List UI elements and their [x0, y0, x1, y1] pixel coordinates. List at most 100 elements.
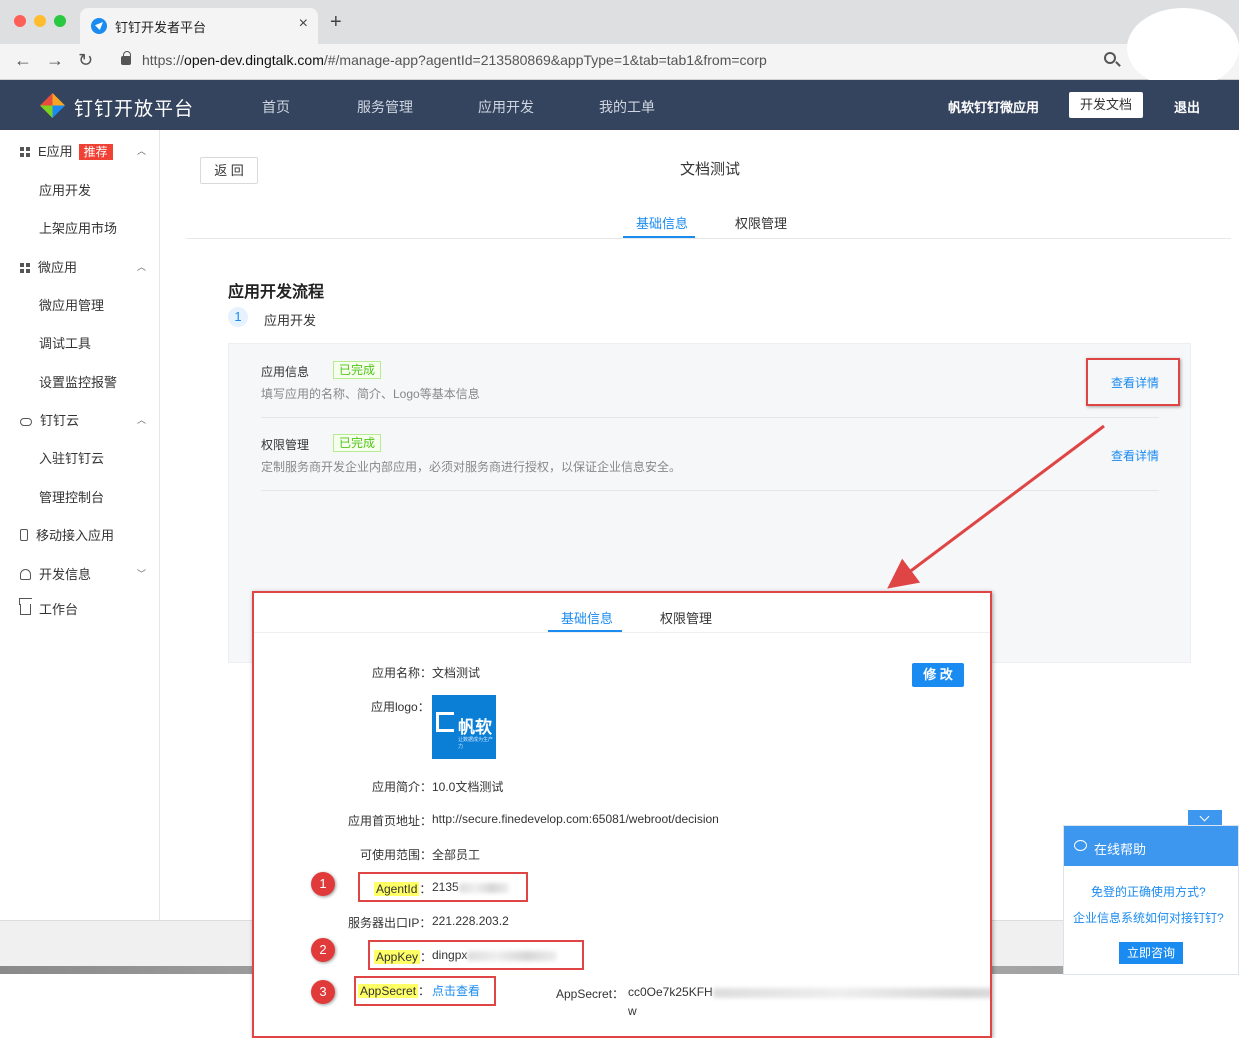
field-value-name: 文档测试	[432, 666, 481, 680]
lock-icon	[121, 51, 131, 65]
step-marker-3: 3	[311, 980, 335, 1004]
url-input[interactable]: https://open-dev.dingtalk.com/#/manage-a…	[142, 52, 767, 68]
dev-docs-button[interactable]: 开发文档	[1069, 92, 1143, 118]
row-desc-app-info: 填写应用的名称、简介、Logo等基本信息	[261, 387, 480, 401]
edit-button[interactable]: 修 改	[912, 663, 964, 687]
colon: ：	[418, 984, 431, 998]
logo-subtext: 让数据成为生产力	[458, 737, 494, 750]
status-badge: 已完成	[333, 434, 382, 452]
view-details-link-permissions[interactable]: 查看详情	[1111, 447, 1159, 464]
chevron-up-icon[interactable]: ︿	[137, 260, 146, 273]
show-secret-link[interactable]: 点击查看	[432, 982, 480, 999]
app-header: 钉钉开放平台 首页 服务管理 应用开发 我的工单 帆软钉钉微应用 开发文档 退出	[0, 80, 1239, 130]
recommended-badge: 推荐	[78, 144, 113, 160]
tab-close-icon[interactable]: ×	[299, 15, 308, 33]
sidebar-group-dingtalk-cloud[interactable]: 钉钉云	[20, 410, 79, 429]
consult-now-button[interactable]: 立即咨询	[1119, 942, 1183, 964]
help-question-2[interactable]: 企业信息系统如何对接钉钉?	[1073, 909, 1224, 926]
field-label-scope: 可使用范围：	[360, 848, 433, 862]
field-label-appsecret: AppSecret：	[358, 982, 430, 999]
sidebar-group-label: 工作台	[39, 602, 79, 617]
sidebar-item-micro-app-manage[interactable]: 微应用管理	[39, 295, 104, 314]
tab-permissions[interactable]: 权限管理	[735, 213, 787, 232]
minimize-window-button[interactable]	[34, 15, 46, 27]
url-scheme: https://	[142, 52, 185, 68]
field-label-logo: 应用logo：	[371, 700, 430, 714]
address-bar: ← → ↻ https://open-dev.dingtalk.com/#/ma…	[0, 44, 1239, 80]
blurred-redaction	[458, 882, 509, 893]
redaction-blob	[1127, 8, 1239, 88]
url-host: open-dev.dingtalk.com	[184, 52, 324, 68]
sidebar-group-label: E应用	[38, 144, 73, 159]
chevron-up-icon[interactable]: ︿	[137, 144, 146, 157]
back-button[interactable]: 返 回	[200, 157, 258, 184]
tab-ink-bar	[623, 236, 695, 238]
nav-home[interactable]: 首页	[262, 97, 290, 117]
step-marker-1: 1	[311, 872, 335, 896]
dingtalk-favicon-icon	[91, 18, 107, 34]
secret-reveal-label: AppSecret：	[556, 987, 625, 1001]
sidebar-item-app-market[interactable]: 上架应用市场	[39, 218, 117, 237]
step-number: 1	[228, 307, 248, 327]
sidebar-group-dev-info[interactable]: 开发信息	[20, 564, 91, 583]
sidebar-item-monitor-alerts[interactable]: 设置监控报警	[39, 372, 117, 391]
field-label-intro: 应用简介：	[372, 780, 433, 794]
help-question-1[interactable]: 免登的正确使用方式?	[1091, 883, 1206, 900]
field-label-ip: 服务器出口IP：	[348, 916, 432, 930]
app-logo-image: 帆软 让数据成为生产力	[432, 695, 496, 759]
help-collapse-toggle[interactable]	[1188, 810, 1222, 826]
home-icon	[20, 604, 31, 615]
nav-my-tickets[interactable]: 我的工单	[599, 97, 655, 117]
sidebar: E应用 推荐 ︿ 应用开发 上架应用市场 微应用 ︿ 微应用管理 调试工具 设置监…	[0, 130, 160, 920]
secret-visible: cc0Oe7k25KFH	[628, 985, 713, 999]
tab-basic-info[interactable]: 基础信息	[636, 213, 688, 232]
help-header[interactable]: 在线帮助	[1064, 826, 1238, 866]
highlight-appsecret: AppSecret	[358, 984, 419, 998]
status-badge: 已完成	[333, 361, 382, 379]
field-value-agentid: 2135	[432, 880, 509, 894]
sidebar-group-label: 钉钉云	[40, 413, 80, 428]
popup-tabs: 基础信息 权限管理	[254, 593, 990, 635]
secret-reveal-tail: w	[628, 1004, 637, 1018]
sidebar-item-console[interactable]: 管理控制台	[39, 487, 104, 506]
browser-tab[interactable]: 钉钉开发者平台 ×	[80, 8, 318, 44]
reload-icon[interactable]: ↻	[78, 50, 93, 71]
row-title-permissions: 权限管理	[261, 438, 310, 452]
browser-tab-title: 钉钉开发者平台	[115, 20, 207, 35]
sidebar-item-debug-tools[interactable]: 调试工具	[39, 333, 91, 352]
popup-tab-permissions[interactable]: 权限管理	[660, 608, 712, 627]
main-tabs: 基础信息 权限管理	[186, 200, 1231, 239]
new-tab-icon[interactable]: +	[330, 12, 342, 32]
nav-service-management[interactable]: 服务管理	[357, 97, 413, 117]
forward-arrow-icon[interactable]: →	[46, 50, 64, 71]
maximize-window-button[interactable]	[54, 15, 66, 27]
annotation-box-view-details	[1086, 358, 1180, 406]
popup-tab-basic-info[interactable]: 基础信息	[561, 608, 613, 627]
step-label: 应用开发	[264, 313, 317, 328]
appkey-visible: dingpx	[432, 948, 468, 962]
colon: ：	[419, 882, 432, 896]
platform-logo-text[interactable]: 钉钉开放平台	[74, 94, 194, 121]
zoom-icon[interactable]	[1104, 52, 1116, 64]
row-title-app-info: 应用信息	[261, 365, 310, 379]
sidebar-group-micro-app[interactable]: 微应用	[20, 257, 77, 276]
sidebar-item-join-cloud[interactable]: 入驻钉钉云	[39, 448, 104, 467]
field-value-homepage: http://secure.finedevelop.com:65081/webr…	[432, 812, 719, 826]
browser-tabbar: 钉钉开发者平台 × +	[0, 0, 1239, 44]
sidebar-group-e-app[interactable]: E应用 推荐	[20, 141, 113, 160]
sidebar-group-label: 微应用	[38, 260, 78, 275]
close-window-button[interactable]	[14, 15, 26, 27]
sidebar-group-mobile-app[interactable]: 移动接入应用	[20, 525, 114, 544]
sidebar-group-workbench[interactable]: 工作台	[20, 599, 78, 618]
chevron-down-icon[interactable]: ﹀	[137, 567, 146, 580]
sidebar-item-e-app-dev[interactable]: 应用开发	[39, 180, 91, 199]
grid-icon	[20, 147, 30, 157]
secret-reveal-value: cc0Oe7k25KFH	[628, 985, 990, 999]
row-desc-permissions: 定制服务商开发企业内部应用，必须对服务商进行授权，以保证企业信息安全。	[261, 460, 682, 474]
chevron-up-icon[interactable]: ︿	[137, 413, 146, 426]
back-arrow-icon[interactable]: ←	[14, 50, 32, 71]
nav-app-development[interactable]: 应用开发	[478, 97, 534, 117]
step-marker-2: 2	[311, 938, 335, 962]
section-title: 应用开发流程	[228, 284, 325, 301]
logout-link[interactable]: 退出	[1174, 97, 1200, 116]
